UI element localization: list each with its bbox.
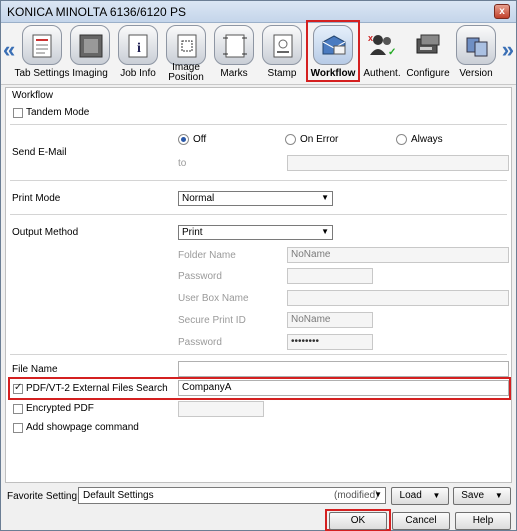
workflow-tab-highlight — [306, 20, 360, 82]
password-input[interactable] — [287, 268, 373, 284]
tab-stamp[interactable]: Stamp — [258, 23, 306, 83]
load-button-label: Load — [399, 490, 422, 501]
tandem-mode-label: Tandem Mode — [26, 107, 90, 118]
print-mode-select[interactable]: Normal ▼ — [178, 191, 333, 206]
chevron-down-icon: ▼ — [321, 227, 329, 236]
chevron-down-icon: ▼ — [374, 490, 382, 499]
output-method-value: Print — [182, 227, 203, 238]
section-title: Workflow — [12, 90, 53, 101]
scroll-right-icon[interactable]: » — [502, 37, 514, 63]
divider — [10, 354, 507, 355]
close-button[interactable]: x — [494, 4, 510, 19]
title-bar: KONICA MINOLTA 6136/6120 PS x — [1, 1, 516, 23]
folder-name-input[interactable]: NoName — [287, 247, 509, 263]
password-label: Password — [178, 271, 222, 282]
chevron-down-icon: ▼ — [494, 491, 503, 500]
encrypted-pdf-checkbox[interactable] — [13, 404, 23, 414]
help-button[interactable]: Help — [455, 512, 511, 530]
send-email-off-radio[interactable] — [178, 134, 189, 145]
tandem-mode-checkbox[interactable] — [13, 108, 23, 118]
load-button[interactable]: Load ▼ — [391, 487, 449, 505]
print-mode-value: Normal — [182, 193, 215, 204]
encrypted-pdf-label: Encrypted PDF — [26, 403, 94, 414]
divider — [10, 180, 507, 181]
svg-text:x: x — [368, 33, 373, 43]
print-mode-label: Print Mode — [12, 193, 61, 204]
favorite-status: (modified) — [334, 490, 379, 501]
secure-print-id-label: Secure Print ID — [178, 315, 246, 326]
output-method-label: Output Method — [12, 227, 79, 238]
favorite-setting-label: Favorite Setting — [7, 491, 78, 502]
save-button[interactable]: Save ▼ — [453, 487, 511, 505]
scroll-left-icon[interactable]: « — [3, 37, 15, 63]
add-showpage-checkbox[interactable] — [13, 423, 23, 433]
divider — [10, 124, 507, 125]
job-info-icon: i — [118, 25, 158, 65]
printer-properties-window: KONICA MINOLTA 6136/6120 PS x « Tab Sett… — [0, 0, 517, 531]
svg-text:i: i — [137, 41, 141, 56]
svg-text:✓: ✓ — [388, 47, 396, 58]
configure-icon — [408, 25, 448, 65]
send-email-to-input[interactable] — [287, 155, 509, 171]
image-position-icon — [166, 25, 206, 65]
pdf-vt2-highlight — [8, 377, 511, 400]
cancel-button[interactable]: Cancel — [392, 512, 450, 530]
favorite-setting-select[interactable]: Default Settings (modified) ▼ — [78, 487, 386, 504]
user-box-name-input[interactable] — [287, 290, 509, 306]
secure-password-label: Password — [178, 337, 222, 348]
stamp-icon — [262, 25, 302, 65]
tab-label: Version — [459, 68, 493, 79]
marks-icon — [214, 25, 254, 65]
send-email-on-error-label: On Error — [300, 134, 339, 145]
secure-password-input[interactable]: •••••••• — [287, 334, 373, 350]
folder-name-label: Folder Name — [178, 250, 236, 261]
send-email-always-label: Always — [411, 134, 443, 145]
secure-print-id-input[interactable]: NoName — [287, 312, 373, 328]
output-method-select[interactable]: Print ▼ — [178, 225, 333, 240]
send-email-on-error-radio[interactable] — [285, 134, 296, 145]
file-name-label: File Name — [12, 364, 58, 375]
file-name-input[interactable] — [178, 361, 509, 377]
chevron-down-icon: ▼ — [432, 491, 441, 500]
ok-button[interactable]: OK — [329, 512, 387, 530]
chevron-down-icon: ▼ — [321, 193, 329, 202]
send-email-off-label: Off — [193, 134, 207, 145]
encrypted-pdf-input[interactable] — [178, 401, 264, 417]
imaging-icon — [70, 25, 110, 65]
add-showpage-label: Add showpage command — [26, 422, 139, 433]
tab-version[interactable]: Version — [452, 23, 500, 83]
workflow-panel: Workflow Tandem Mode Send E-Mail Off On … — [5, 87, 512, 483]
send-email-label: Send E-Mail — [12, 147, 67, 158]
user-box-name-label: User Box Name — [178, 293, 249, 304]
authentication-icon: x ✓ — [362, 25, 402, 65]
send-email-to-label: to — [178, 158, 187, 169]
tab-settings-icon — [22, 25, 62, 65]
send-email-always-radio[interactable] — [396, 134, 407, 145]
favorite-setting-value: Default Settings — [83, 490, 154, 501]
version-icon — [456, 25, 496, 65]
save-button-label: Save — [461, 490, 485, 501]
divider — [10, 214, 507, 215]
tab-toolbar: « Tab Settings Imaging i Job Info Image … — [1, 23, 516, 85]
window-title: KONICA MINOLTA 6136/6120 PS — [7, 5, 186, 19]
